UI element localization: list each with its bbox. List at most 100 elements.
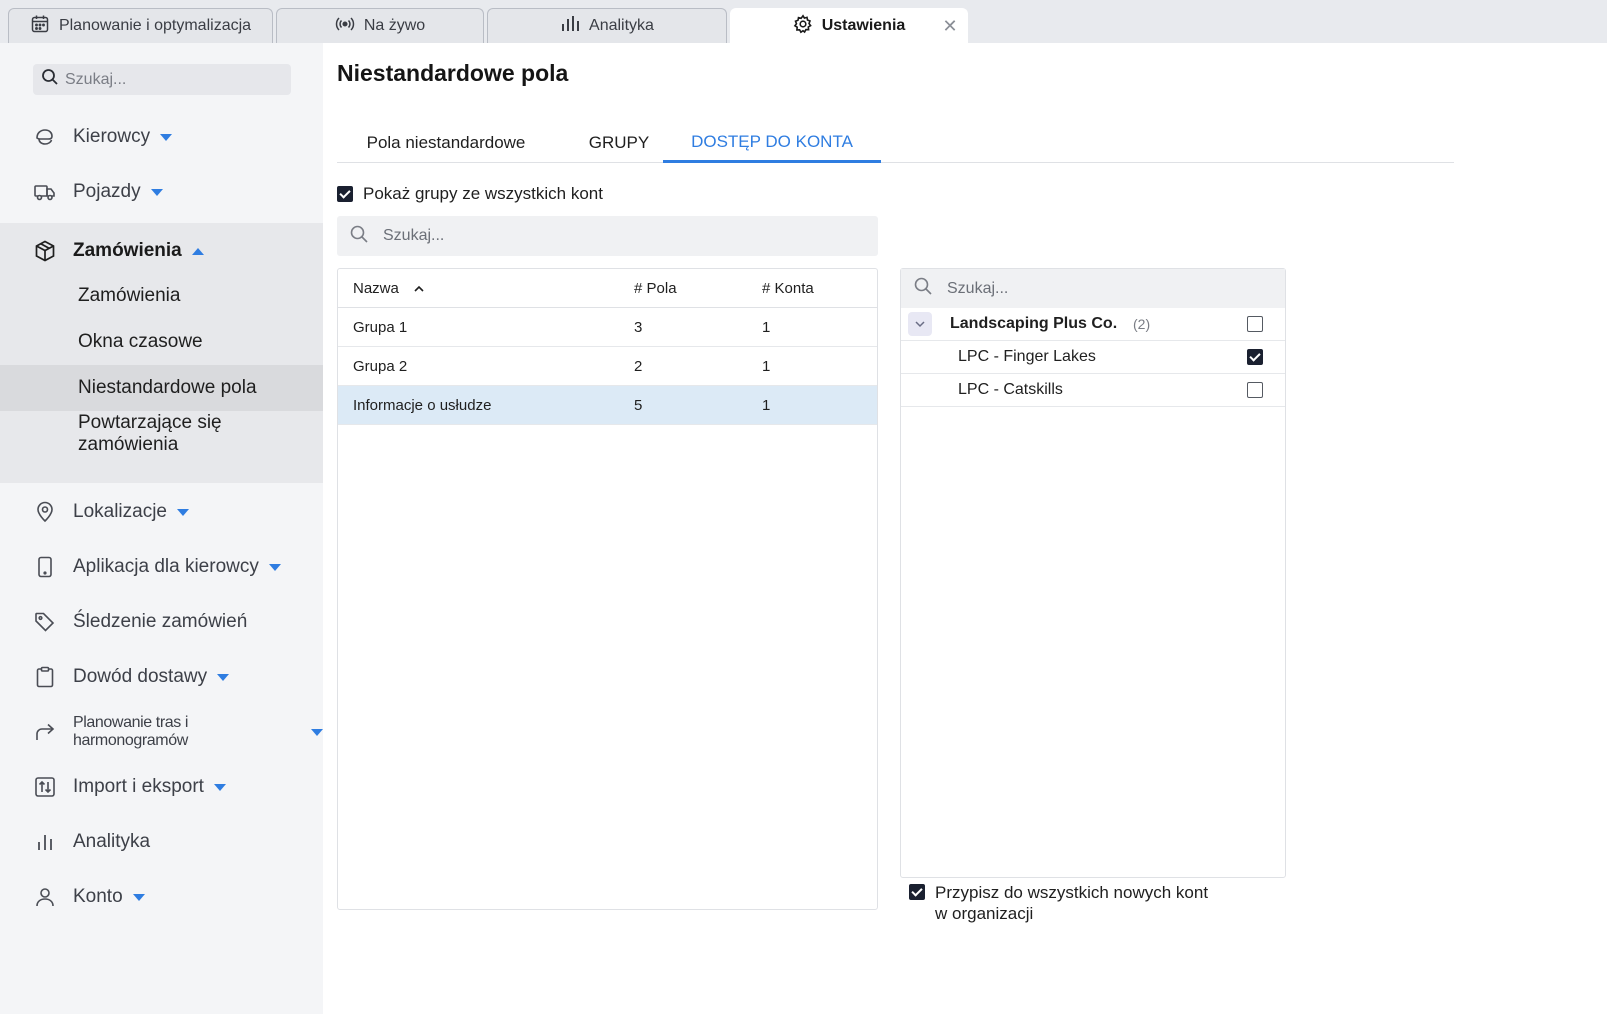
account-checkbox[interactable] <box>1247 349 1263 365</box>
org-checkbox[interactable] <box>1247 316 1263 332</box>
sidebar-item-label: Aplikacja dla kierowcy <box>73 556 259 577</box>
show-all-groups-option[interactable]: Pokaż grupy ze wszystkich kont <box>337 184 603 204</box>
assign-new-accounts-label: Przypisz do wszystkich nowych kont w org… <box>935 882 1208 924</box>
table-row[interactable]: Grupa 1 3 1 <box>338 308 877 347</box>
chevron-down-icon <box>268 563 281 571</box>
chevron-down-icon <box>213 783 226 791</box>
route-arrow-icon <box>33 720 57 744</box>
assign-new-accounts-checkbox[interactable] <box>909 884 925 900</box>
phone-icon <box>33 555 57 579</box>
account-name: LPC - Catskills <box>958 381 1063 398</box>
cell-fields: 5 <box>634 397 643 414</box>
account-checkbox[interactable] <box>1247 382 1263 398</box>
sidebar-item-lokalizacje[interactable]: Lokalizacje <box>0 484 323 540</box>
sidebar-item-aplikacja[interactable]: Aplikacja dla kierowcy <box>0 539 323 595</box>
bar-chart-icon <box>560 14 580 39</box>
sidebar-subitem-powtarzajace[interactable]: Powtarzające się zamówienia <box>0 411 323 457</box>
sidebar-item-import-eksport[interactable]: Import i eksport <box>0 759 323 815</box>
groups-table: Nazwa # Pola # Konta Grupa 1 3 1 Grupa 2… <box>337 268 878 910</box>
subtab-bar: Pola niestandardowe GRUPY DOSTĘP DO KONT… <box>337 123 1454 163</box>
sidebar-item-label: Kierowcy <box>73 126 151 147</box>
driver-icon <box>33 125 57 149</box>
cell-accounts: 1 <box>762 397 771 414</box>
chevron-down-icon <box>177 508 189 516</box>
table-row[interactable]: Grupa 2 2 1 <box>338 347 877 386</box>
sidebar-item-label: Zamówienia <box>73 240 182 261</box>
box-icon <box>33 239 57 263</box>
sidebar-item-label: Śledzenie zamówień <box>73 611 248 632</box>
chevron-down-icon[interactable] <box>908 312 932 336</box>
user-icon <box>33 885 57 909</box>
tab-planowanie[interactable]: Planowanie i optymalizacja <box>8 8 273 43</box>
clipboard-icon <box>33 665 57 689</box>
sidebar-item-kierowcy[interactable]: Kierowcy <box>0 109 323 165</box>
assign-label-line1: Przypisz do wszystkich nowych kont <box>935 883 1209 902</box>
search-icon <box>41 68 59 91</box>
location-pin-icon <box>33 500 57 524</box>
tab-analityka[interactable]: Analityka <box>487 8 727 43</box>
chevron-down-icon <box>160 133 173 141</box>
sidebar-item-label: Analityka <box>73 831 151 852</box>
close-icon[interactable]: ✕ <box>941 17 959 35</box>
cell-name: Informacje o usłudze <box>353 397 492 414</box>
column-label: Nazwa <box>353 280 399 297</box>
accounts-search[interactable] <box>901 269 1285 308</box>
analytics-icon <box>33 830 57 854</box>
table-header: Nazwa # Pola # Konta <box>338 269 877 308</box>
org-name: Landscaping Plus Co. <box>950 315 1118 332</box>
truck-icon <box>33 180 57 204</box>
sidebar-search[interactable] <box>33 64 291 95</box>
chevron-down-icon <box>217 673 230 681</box>
account-row[interactable]: LPC - Finger Lakes <box>901 341 1285 374</box>
cell-name: Grupa 1 <box>353 319 408 336</box>
sidebar-subitem-okna-czasowe[interactable]: Okna czasowe <box>0 319 323 365</box>
import-export-icon <box>33 775 57 799</box>
account-org-row[interactable]: Landscaping Plus Co. (2) <box>901 308 1285 341</box>
assign-new-accounts-option[interactable]: Przypisz do wszystkich nowych kont w org… <box>909 882 1208 924</box>
sidebar-item-label: Konto <box>73 886 123 907</box>
tag-icon <box>33 610 57 634</box>
sort-ascending-icon <box>414 285 424 292</box>
cell-fields: 3 <box>634 319 643 336</box>
sidebar-group-zamowienia: Zamówienia Zamówienia Okna czasowe Niest… <box>0 223 323 483</box>
tab-label: Ustawienia <box>821 17 906 34</box>
accounts-search-input[interactable] <box>947 279 1267 298</box>
calendar-icon <box>30 14 50 39</box>
sidebar-item-dowod-dostawy[interactable]: Dowód dostawy <box>0 649 323 705</box>
page-title: Niestandardowe pola <box>337 60 569 86</box>
sidebar-search-input[interactable] <box>65 70 275 89</box>
column-header-nazwa[interactable]: Nazwa <box>353 269 425 308</box>
sidebar-item-label: Lokalizacje <box>73 501 167 522</box>
column-header-pola[interactable]: # Pola <box>634 269 677 308</box>
account-row[interactable]: LPC - Catskills <box>901 374 1285 407</box>
org-account-count: (2) <box>1133 316 1151 332</box>
sidebar-item-analityka[interactable]: Analityka <box>0 814 323 870</box>
groups-search-input[interactable] <box>383 227 853 245</box>
sidebar: Kierowcy Pojazdy Zamówienia Zamówienia O… <box>0 43 323 1014</box>
sidebar-item-sledzenie[interactable]: Śledzenie zamówień <box>0 594 323 650</box>
search-icon <box>349 224 369 249</box>
chevron-up-icon <box>191 247 204 255</box>
show-all-groups-checkbox[interactable] <box>337 186 353 202</box>
accounts-panel: Landscaping Plus Co. (2) LPC - Finger La… <box>900 268 1286 878</box>
tab-label: Planowanie i optymalizacja <box>58 17 252 34</box>
sidebar-item-zamowienia[interactable]: Zamówienia <box>0 223 323 279</box>
sidebar-item-pojazdy[interactable]: Pojazdy <box>0 164 323 220</box>
tab-na-zywo[interactable]: Na żywo <box>276 8 484 43</box>
table-row-selected[interactable]: Informacje o usłudze 5 1 <box>338 386 877 425</box>
cell-fields: 2 <box>634 358 643 375</box>
subtab-dostep-do-konta[interactable]: DOSTĘP DO KONTA <box>663 123 881 163</box>
groups-search[interactable] <box>337 216 878 256</box>
subtab-pola-niestandardowe[interactable]: Pola niestandardowe <box>337 123 555 163</box>
sidebar-item-konto[interactable]: Konto <box>0 869 323 925</box>
sidebar-item-label: Dowód dostawy <box>73 666 208 687</box>
chevron-down-icon <box>132 893 145 901</box>
sidebar-subitem-zamowienia[interactable]: Zamówienia <box>0 273 323 319</box>
tab-label: Na żywo <box>363 17 426 34</box>
column-header-konta[interactable]: # Konta <box>762 269 814 308</box>
tab-ustawienia[interactable]: Ustawienia ✕ <box>730 8 968 43</box>
sidebar-item-planowanie-tras[interactable]: Planowanie tras i harmonogramów <box>0 704 323 760</box>
tab-label: Analityka <box>589 17 654 34</box>
chevron-down-icon <box>311 728 323 736</box>
sidebar-subitem-niestandardowe-pola[interactable]: Niestandardowe pola <box>0 365 323 411</box>
